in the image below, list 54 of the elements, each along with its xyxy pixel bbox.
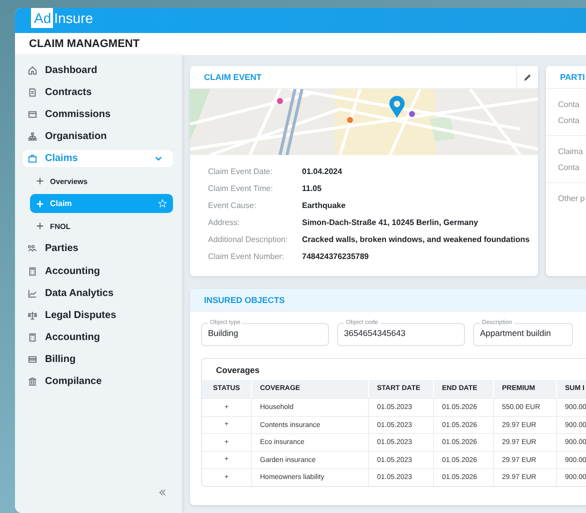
document-icon: [28, 88, 37, 97]
detail-label: Claim Event Number:: [208, 252, 286, 261]
sidebar-item[interactable]: Parties: [23, 240, 173, 258]
party-label: Other p: [558, 194, 586, 203]
plus-icon: [36, 177, 44, 186]
sidebar-item[interactable]: Organisation: [23, 128, 173, 146]
wallet-icon: [28, 110, 37, 119]
card-icon: [28, 355, 37, 364]
calculator-icon: [28, 333, 37, 342]
edit-button[interactable]: [516, 66, 538, 88]
briefcase-icon: [28, 154, 37, 164]
sidebar-item[interactable]: Compilance: [23, 373, 173, 390]
pencil-icon: [523, 72, 532, 82]
detail-value: Simon-Dach-Straße 41, 10245 Berlin, Germany: [302, 218, 478, 227]
detail-value: Cracked walls, broken windows, and weakened foundations: [302, 235, 530, 244]
party-label: Conta: [558, 116, 580, 125]
detail-value: 748424376235789: [302, 252, 369, 261]
sidebar-item[interactable]: Billing: [23, 351, 173, 368]
sidebar-item[interactable]: Contracts: [23, 84, 173, 101]
detail-label: Claim Event Time:: [208, 184, 274, 193]
sidebar-item[interactable]: Dashboard: [23, 62, 173, 79]
org-chart-icon: [28, 132, 37, 142]
logo: Ad Insure: [31, 8, 94, 28]
detail-label: Event Cause:: [208, 201, 258, 210]
plus-icon: [36, 200, 44, 208]
detail-label: Address:: [208, 218, 241, 227]
sidebar-item[interactable]: Legal Disputes: [23, 306, 173, 324]
people-icon: [28, 244, 37, 254]
sidebar-item[interactable]: Commissions: [23, 106, 173, 123]
line-chart-icon: [28, 288, 37, 298]
sidebar-item[interactable]: Accounting: [23, 329, 173, 346]
detail-label: Claim Event Date:: [208, 167, 274, 176]
party-label: Conta: [558, 100, 580, 109]
detail-value: 11.05: [302, 184, 322, 193]
plus-icon: [36, 222, 44, 230]
scales-icon: [28, 310, 37, 320]
star-icon[interactable]: [158, 199, 167, 208]
card-title: CLAIM EVENT: [204, 72, 262, 82]
map-pin-icon: [388, 95, 406, 119]
bank-icon: [28, 377, 37, 386]
card-title: INSURED OBJECTS: [204, 295, 285, 305]
party-label: Conta: [558, 163, 580, 172]
detail-label: Additional Description:: [208, 235, 289, 244]
detail-value: Earthquake: [302, 201, 346, 210]
sidebar-item[interactable]: Accounting: [23, 262, 173, 280]
page-title: CLAIM MANAGMENT: [29, 38, 140, 50]
party-label: Claima: [558, 147, 584, 156]
calculator-icon: [28, 266, 37, 276]
card-title: PARTI: [560, 72, 585, 82]
sidebar-item[interactable]: Data Analytics: [23, 284, 173, 302]
section-title: Coverages: [215, 364, 260, 377]
detail-value: 01.04.2024: [302, 167, 342, 176]
home-icon: [28, 66, 37, 75]
collapse-icon[interactable]: [158, 488, 167, 497]
